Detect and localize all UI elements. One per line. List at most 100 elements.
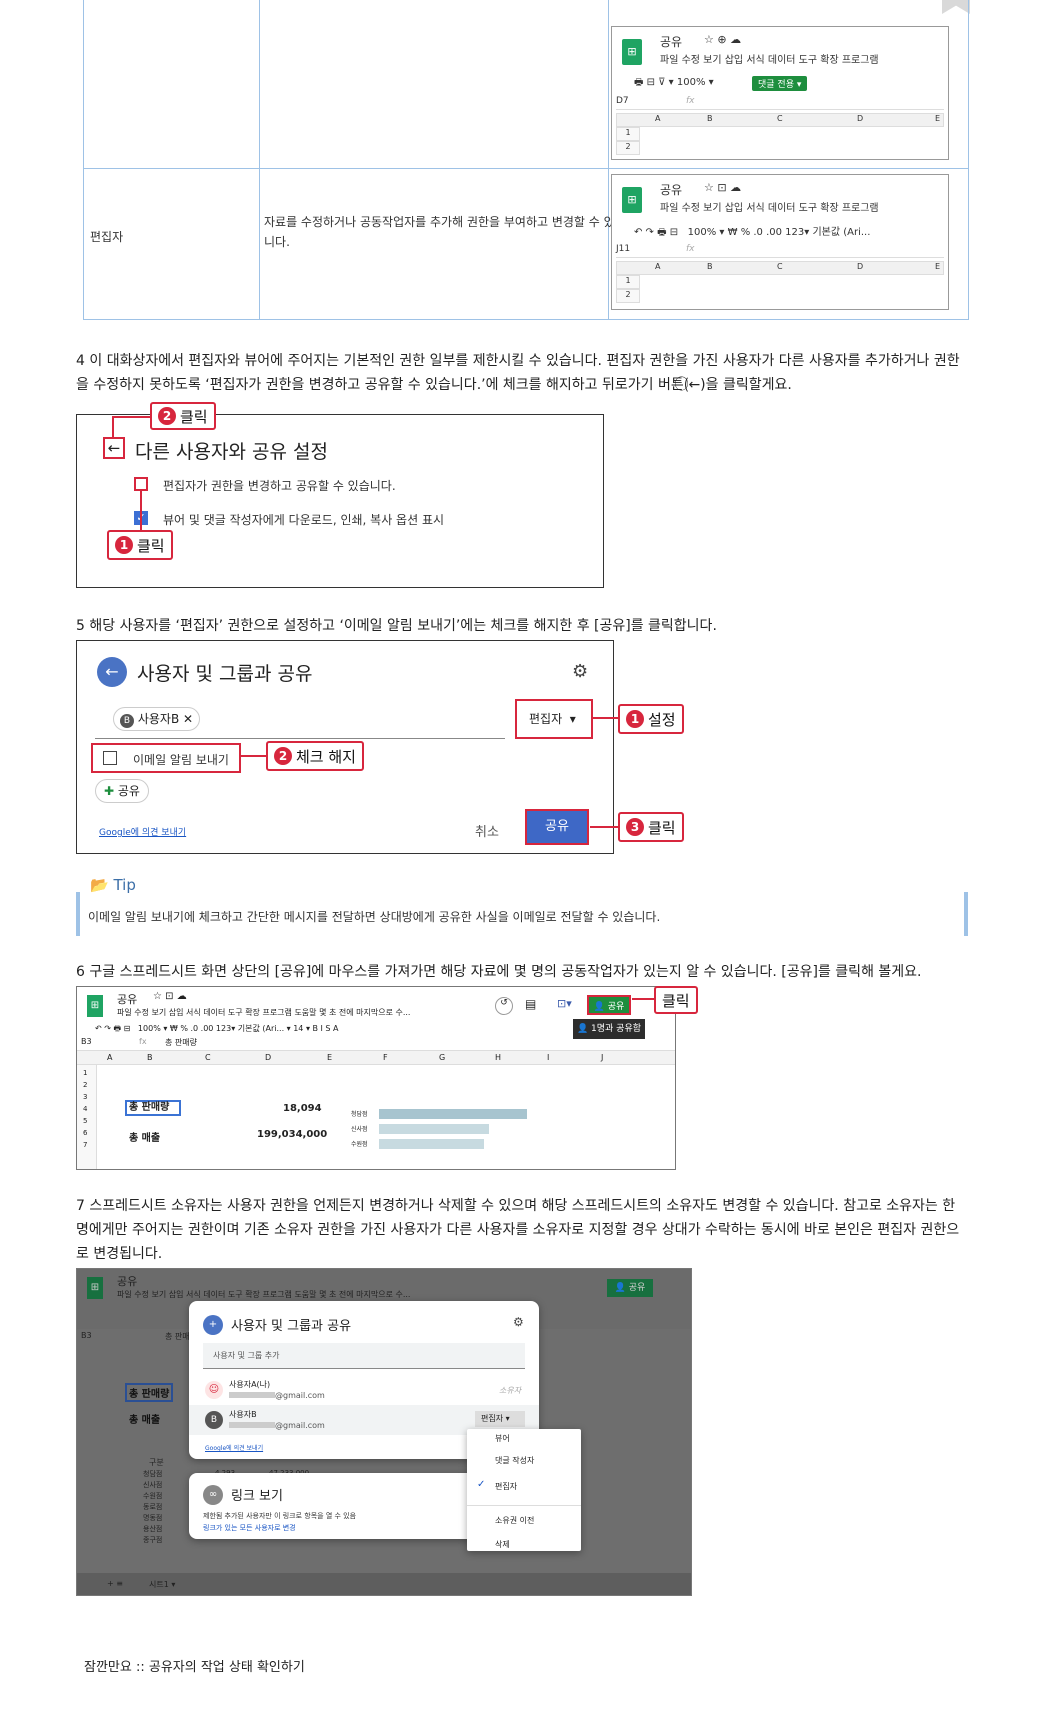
owner-label: 소유자 — [499, 1386, 522, 1395]
callout-line — [112, 416, 114, 438]
callout-set: 1 설정 — [618, 704, 684, 734]
callout-line — [590, 826, 618, 828]
role-menu-item[interactable]: 편집자 — [495, 1481, 517, 1492]
menu-bar: 파일 수정 보기 삽입 서식 데이터 도구 확장 프로그램 도움말 몇 초 전에… — [117, 1290, 411, 1299]
doc-title: 공유 — [117, 993, 138, 1006]
column-headers: ABCDE — [616, 261, 944, 275]
sheets-logo-icon: ⊞ — [87, 995, 103, 1017]
cancel-button[interactable]: 취소 — [475, 821, 499, 840]
callout-line — [240, 755, 266, 757]
list-header: 구분 — [149, 1458, 164, 1467]
role-select[interactable]: 편집자 ▾ — [515, 699, 593, 739]
avatar: B — [205, 1411, 223, 1429]
bg-list-item: 수원점 — [143, 1492, 163, 1500]
column-headers: ABCDE — [616, 113, 944, 127]
column-header: H — [495, 1053, 502, 1062]
sheet-tabs: + ≡ 시트1 ▾ — [77, 1573, 691, 1595]
role-menu-item[interactable]: 삭제 — [495, 1539, 510, 1550]
star-icon: ☆ ⊡ ☁ — [704, 181, 742, 194]
bar-label: 청담점 — [351, 1111, 368, 1118]
column-header: C — [205, 1053, 211, 1062]
editor-permission-checkbox[interactable] — [134, 477, 148, 491]
doc-title: 공유 — [660, 183, 683, 197]
feedback-link[interactable]: Google에 의견 보내기 — [99, 825, 186, 838]
formula-bar: B3 fx 총 판매량 — [77, 1037, 675, 1051]
column-headers: A B C D E F G H I J — [77, 1051, 675, 1065]
step7-text: 7 스프레드시트 소유자는 사용자 권한을 언제든지 변경하거나 삭제할 수 있… — [76, 1198, 960, 1262]
step4-text: 4 이 대화상자에서 편집자와 뷰어에 주어지는 기본적인 권한 일부를 제한시… — [76, 353, 960, 393]
role-menu-item[interactable]: 소유권 이전 — [495, 1515, 534, 1526]
history-icon[interactable]: ↺ — [495, 997, 513, 1015]
userA-name: 사용자A(나) — [229, 1380, 271, 1389]
role-menu-item[interactable]: 뷰어 — [495, 1433, 510, 1444]
sheets-logo-icon: ⊞ — [87, 1277, 103, 1299]
back-arrow-icon[interactable]: ← — [103, 437, 125, 459]
mini-bar-chart: 청담점 신사점 수원점 — [347, 1109, 657, 1169]
desc-line1: 자료를 수정하거나 공동작업자를 추가해 권한을 부여하고 변경할 수 있습 — [264, 215, 626, 229]
share-button[interactable]: 👤 공유 — [587, 995, 631, 1015]
column-header: I — [547, 1053, 550, 1062]
share-settings-dialog: ← 다른 사용자와 공유 설정 편집자가 권한을 변경하고 공유할 수 있습니다… — [76, 414, 604, 588]
bg-list-item: 동로점 — [143, 1503, 163, 1511]
revenue-label: 총 매출 — [129, 1133, 161, 1144]
link-change[interactable]: 링크가 있는 모든 사용자로 변경 — [203, 1523, 296, 1533]
bg-list-item: 용산점 — [143, 1525, 163, 1533]
check-icon: ✓ — [477, 1479, 486, 1490]
row-headers: 1 2 3 4 5 6 7 — [77, 1065, 97, 1169]
callout-click: 클릭 — [654, 986, 698, 1014]
step6-text: 6 구글 스프레드시트 화면 상단의 [공유]에 마우스를 가져가면 해당 자료… — [76, 964, 922, 980]
feedback-link[interactable]: Google에 의견 보내기 — [205, 1443, 263, 1452]
sheet-screenshot-commenter: ⊞ 공유 ☆ ⊕ ☁ 파일 수정 보기 삽입 서식 데이터 도구 확장 프로그램… — [611, 26, 949, 160]
row-header: 1 — [616, 127, 640, 141]
comment-only-button[interactable]: 댓글 전용 ▾ — [752, 76, 808, 91]
gear-icon[interactable]: ⚙ — [513, 1315, 524, 1329]
share-button: 👤 공유 — [607, 1279, 653, 1297]
dialog-title: 다른 사용자와 공유 설정 — [135, 441, 328, 463]
sheet-screenshot-editor: ⊞ 공유 ☆ ⊡ ☁ 파일 수정 보기 삽입 서식 데이터 도구 확장 프로그램… — [611, 174, 949, 310]
bar — [379, 1124, 489, 1134]
role-menu-item[interactable]: 댓글 작성자 — [495, 1455, 534, 1466]
link-desc: 제한됨 추가된 사용자만 이 링크로 항목을 열 수 있음 — [203, 1512, 357, 1520]
tip-label: 📂 Tip — [90, 876, 136, 894]
close-icon[interactable]: ✕ — [183, 712, 193, 726]
back-arrow-icon[interactable]: ← — [97, 657, 127, 687]
star-icon: ☆ ⊕ ☁ — [704, 33, 742, 46]
add-people-input[interactable]: 사용자 및 그룹 추가 — [203, 1343, 525, 1369]
column-header: B — [147, 1053, 153, 1062]
bg-label1: 총 판매량 — [125, 1383, 174, 1402]
opt1-label: 편집자가 권한을 변경하고 공유할 수 있습니다. — [163, 479, 396, 493]
tip-bar-left — [76, 892, 80, 936]
column-header: E — [327, 1053, 333, 1062]
menu-bar: 파일 수정 보기 삽입 서식 데이터 도구 확장 프로그램 도움말 몇 초 전에… — [117, 1008, 411, 1017]
row-header: 4 — [83, 1105, 88, 1113]
row-header: 2 — [83, 1081, 88, 1089]
role-menu: 뷰어댓글 작성자편집자소유권 이전삭제 ✓ — [467, 1429, 581, 1551]
row-header: 1 — [616, 275, 640, 289]
bar — [379, 1109, 527, 1119]
column-header: J — [601, 1053, 604, 1062]
comment-icon[interactable]: ▤ — [525, 997, 536, 1011]
share-button[interactable]: 공유 — [525, 809, 589, 845]
row-header: 2 — [616, 141, 640, 155]
column-header: F — [383, 1053, 388, 1062]
add-person-icon: + — [203, 1315, 223, 1335]
callout-line — [632, 998, 654, 1000]
notify-checkbox[interactable] — [103, 751, 117, 765]
share-permissions-screenshot: ⊞ 공유 파일 수정 보기 삽입 서식 데이터 도구 확장 프로그램 도움말 몇… — [76, 1268, 692, 1596]
present-icon[interactable]: ⊡▾ — [557, 997, 572, 1010]
tip-text: 이메일 알림 보내기에 체크하고 간단한 메시지를 전달하면 상대방에게 공유한… — [88, 910, 661, 924]
bar — [379, 1139, 484, 1149]
selected-cell[interactable]: 총 판매량 — [125, 1100, 181, 1116]
divider — [467, 1505, 581, 1506]
share-chip: ✚ 공유 — [95, 779, 149, 803]
step5-text: 5 해당 사용자를 ‘편집자’ 권한으로 설정하고 ‘이메일 알림 보내기’에는… — [76, 618, 717, 634]
row-header: 2 — [616, 289, 640, 303]
gear-icon[interactable]: ⚙ — [572, 661, 588, 682]
people-input[interactable]: B 사용자B ✕ — [95, 699, 505, 739]
role-select[interactable]: 편집자 ▾ — [475, 1411, 525, 1427]
callout-click-3: 3 클릭 — [618, 812, 684, 842]
sheets-logo-icon: ⊞ — [622, 187, 642, 213]
star-icon: ☆ ⊡ ☁ — [153, 991, 187, 1002]
callout-click-1: 1 클릭 — [107, 530, 173, 560]
bg-label2: 총 매출 — [129, 1415, 161, 1426]
